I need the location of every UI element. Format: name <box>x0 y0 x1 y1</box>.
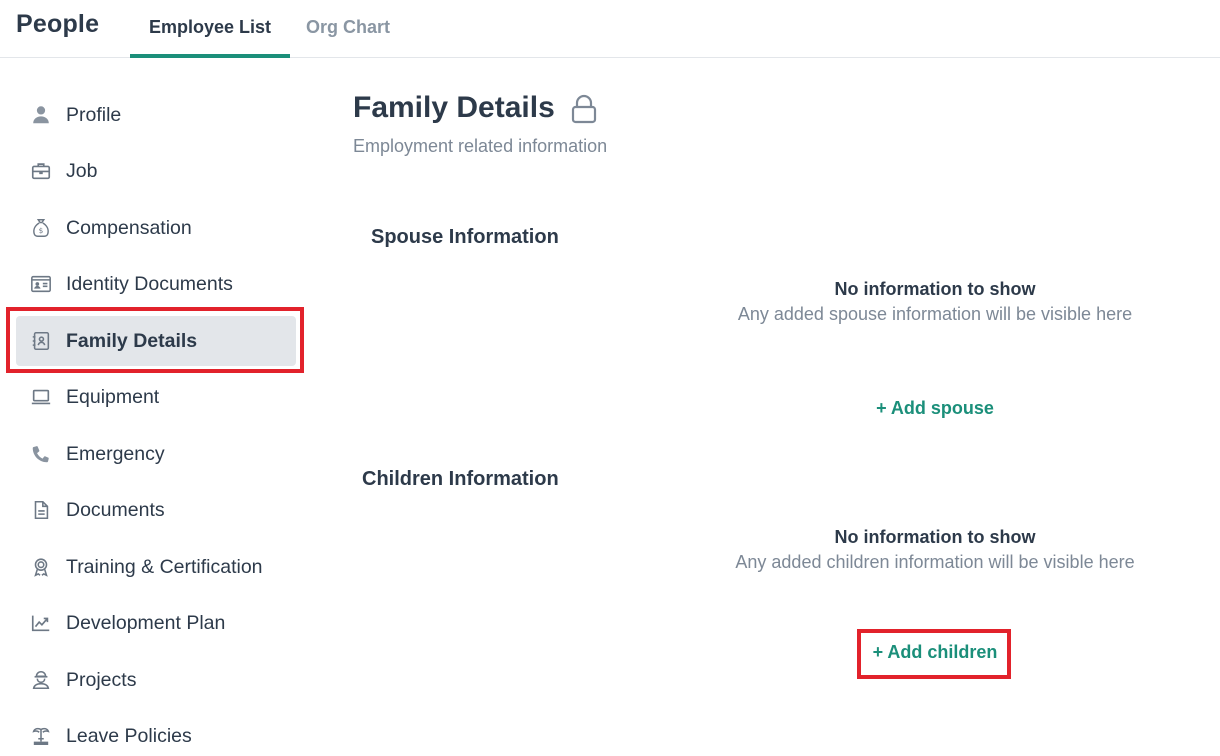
award-icon <box>16 556 66 578</box>
tab-org-chart[interactable]: Org Chart <box>287 0 409 58</box>
laptop-icon <box>16 386 66 408</box>
contact-book-icon <box>16 330 66 352</box>
children-empty-description: Any added children information will be v… <box>735 552 1135 572</box>
sidebar-item-label: Development Plan <box>66 611 226 634</box>
sidebar-item-label: Leave Policies <box>66 724 192 747</box>
sidebar: Profile Job $ Compensation Identity Docu… <box>0 58 310 756</box>
beach-icon <box>16 725 66 747</box>
sidebar-item-documents[interactable]: Documents <box>16 485 296 535</box>
money-bag-icon: $ <box>16 217 66 239</box>
sidebar-item-label: Documents <box>66 498 165 521</box>
sidebar-item-projects[interactable]: Projects <box>16 655 296 705</box>
main-content: Family Details Employment related inform… <box>310 58 1220 756</box>
tab-employee-list[interactable]: Employee List <box>130 0 291 58</box>
sidebar-item-label: Emergency <box>66 442 165 465</box>
svg-text:$: $ <box>39 226 44 235</box>
sidebar-item-equipment[interactable]: Equipment <box>16 372 296 422</box>
sidebar-item-training-certification[interactable]: Training & Certification <box>16 542 296 592</box>
sidebar-item-emergency[interactable]: Emergency <box>16 429 296 479</box>
lock-icon <box>571 94 597 124</box>
add-spouse-button[interactable]: + Add spouse <box>585 398 1220 419</box>
worker-icon <box>16 669 66 691</box>
sidebar-item-family-details[interactable]: Family Details <box>16 316 296 366</box>
sidebar-item-profile[interactable]: Profile <box>16 90 296 140</box>
spouse-empty-description: Any added spouse information will be vis… <box>737 304 1133 324</box>
sidebar-item-label: Compensation <box>66 216 192 239</box>
sidebar-item-identity-documents[interactable]: Identity Documents <box>16 259 296 309</box>
document-icon <box>16 499 66 521</box>
app-title: People <box>16 10 100 38</box>
person-icon <box>16 104 66 126</box>
top-navigation-bar: People Employee List Org Chart <box>0 0 1220 58</box>
spouse-section-title: Spouse Information <box>371 226 559 248</box>
add-children-button[interactable]: + Add children <box>585 642 1220 663</box>
page-title: Family Details <box>353 91 555 124</box>
sidebar-item-development-plan[interactable]: Development Plan <box>16 598 296 648</box>
sidebar-item-compensation[interactable]: $ Compensation <box>16 203 296 253</box>
sidebar-item-label: Projects <box>66 668 137 691</box>
trend-chart-icon <box>16 612 66 634</box>
sidebar-item-leave-policies[interactable]: Leave Policies <box>16 711 296 756</box>
sidebar-item-label: Profile <box>66 103 122 126</box>
sidebar-item-label: Training & Certification <box>66 555 263 578</box>
sidebar-item-label: Family Details <box>66 329 198 352</box>
page-subtitle: Employment related information <box>353 136 608 156</box>
spouse-empty-title: No information to show <box>834 279 1036 299</box>
briefcase-icon <box>16 160 66 182</box>
children-empty-title: No information to show <box>834 527 1036 547</box>
sidebar-item-job[interactable]: Job <box>16 146 296 196</box>
id-card-icon <box>16 273 66 295</box>
phone-icon <box>16 443 66 465</box>
children-section-title: Children Information <box>362 468 559 490</box>
sidebar-item-label: Equipment <box>66 385 160 408</box>
sidebar-item-label: Identity Documents <box>66 272 233 295</box>
sidebar-item-label: Job <box>66 159 98 182</box>
